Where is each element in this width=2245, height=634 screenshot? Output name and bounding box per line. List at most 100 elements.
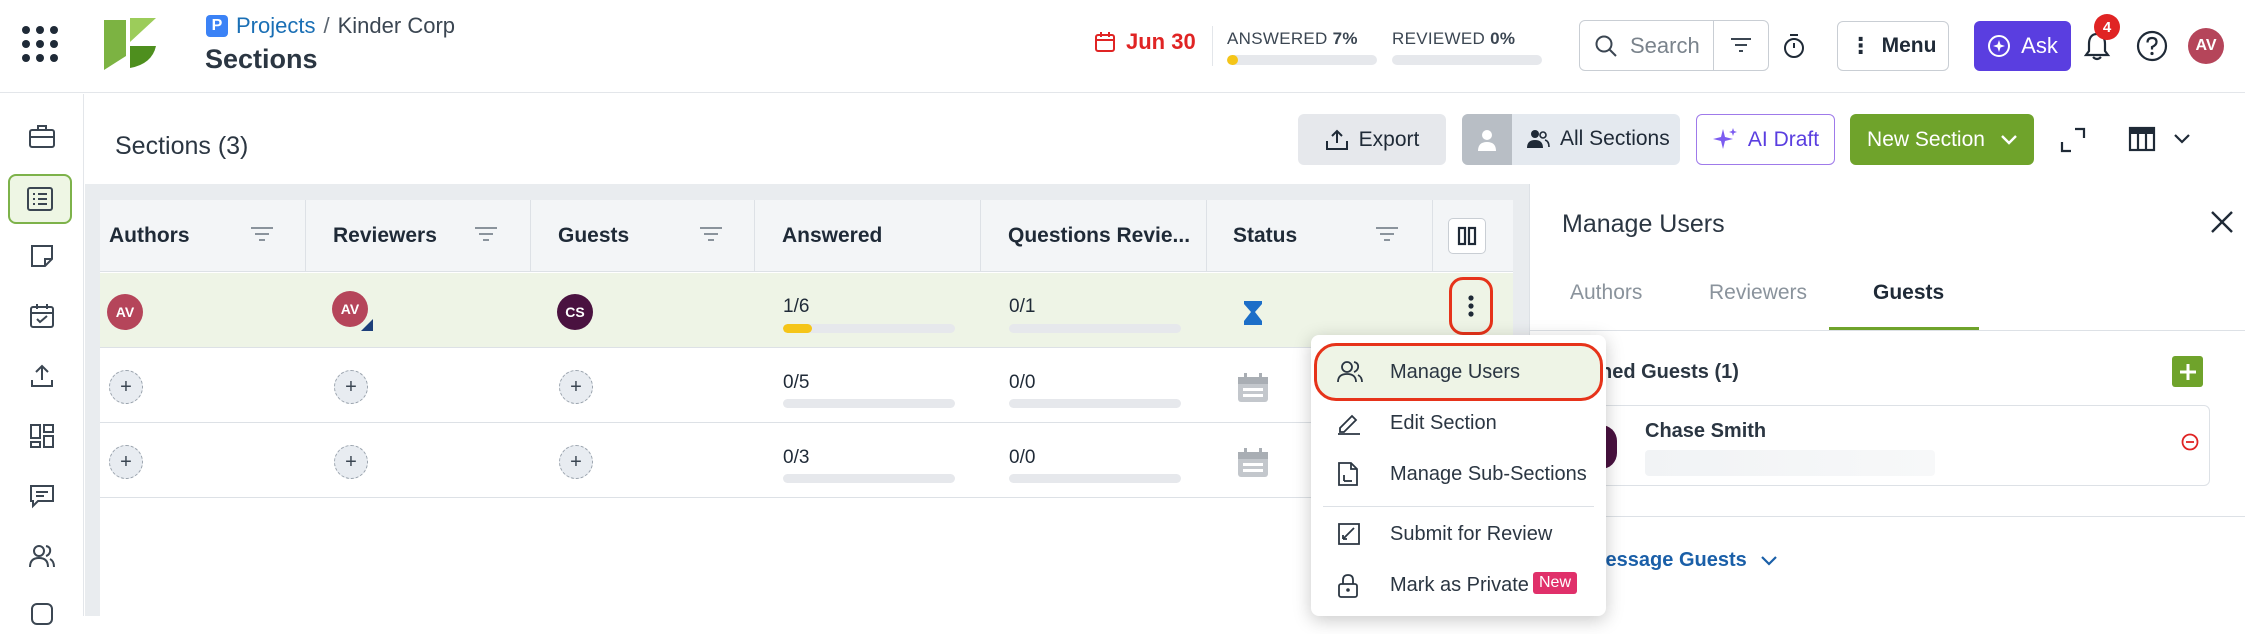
reviewed-pct: 0% bbox=[1490, 29, 1516, 48]
breadcrumb-projects-link[interactable]: Projects bbox=[236, 13, 315, 39]
sidebar-item-sections[interactable] bbox=[8, 174, 72, 224]
search-box[interactable]: Search bbox=[1579, 20, 1769, 71]
table-row[interactable]: + + + 0/5 0/0 bbox=[100, 348, 1513, 423]
timer-icon[interactable] bbox=[1782, 33, 1806, 59]
author-avatar[interactable]: AV bbox=[107, 294, 143, 330]
layout-toggle[interactable] bbox=[2128, 124, 2196, 156]
export-icon bbox=[1325, 129, 1348, 150]
table-row[interactable]: + + + 0/3 0/0 bbox=[100, 423, 1513, 498]
reviewed-bar bbox=[1009, 474, 1181, 483]
menu-item-label: Manage Sub-Sections bbox=[1390, 462, 1587, 485]
header-divider bbox=[1212, 26, 1213, 66]
export-button[interactable]: Export bbox=[1298, 114, 1446, 165]
person-toggle[interactable] bbox=[1462, 114, 1512, 165]
help-icon[interactable] bbox=[2136, 30, 2168, 62]
page-title: Sections bbox=[205, 44, 318, 74]
users-icon bbox=[1527, 130, 1550, 148]
menu-button[interactable]: ⋮ Menu bbox=[1837, 21, 1949, 71]
search-input[interactable]: Search bbox=[1630, 33, 1700, 59]
reviewed-progress: REVIEWED 0% bbox=[1392, 29, 1542, 65]
list-icon bbox=[27, 187, 53, 211]
menu-item-manage-sub-sections[interactable]: Manage Sub-Sections bbox=[1311, 449, 1606, 499]
column-header-authors[interactable]: Authors bbox=[100, 200, 306, 272]
column-label: Questions Revie... bbox=[1008, 224, 1191, 247]
add-reviewer-button[interactable]: + bbox=[334, 445, 368, 479]
sidebar-item-more[interactable] bbox=[22, 594, 62, 634]
panel-divider bbox=[1600, 516, 2245, 517]
message-guests-label: lessage Guests bbox=[1600, 549, 1747, 571]
notifications-button[interactable]: 4 bbox=[2082, 14, 2120, 62]
menu-item-mark-as-private[interactable]: Mark as Private New bbox=[1311, 560, 1606, 610]
sidebar-item-notes[interactable] bbox=[22, 236, 62, 276]
user-avatar[interactable]: AV bbox=[2188, 28, 2224, 64]
column-header-status[interactable]: Status bbox=[1207, 200, 1433, 272]
menu-separator bbox=[1323, 506, 1594, 507]
all-sections-filter[interactable]: All Sections bbox=[1462, 114, 1680, 165]
guest-avatar[interactable]: CS bbox=[557, 294, 593, 330]
menu-item-edit-section[interactable]: Edit Section bbox=[1311, 398, 1606, 448]
more-vertical-icon: ⋮ bbox=[1849, 33, 1872, 58]
close-icon[interactable] bbox=[2210, 210, 2234, 234]
sidebar-item-projects[interactable] bbox=[22, 116, 62, 156]
add-reviewer-button[interactable]: + bbox=[334, 370, 368, 404]
reviewer-corner-marker bbox=[361, 319, 373, 331]
menu-item-submit-for-review[interactable]: Submit for Review bbox=[1311, 509, 1606, 559]
ai-draft-label: AI Draft bbox=[1747, 127, 1820, 151]
breadcrumb: P Projects / Kinder Corp bbox=[206, 12, 455, 40]
dashboard-icon bbox=[30, 424, 54, 448]
filter-icon[interactable] bbox=[474, 224, 498, 244]
sidebar-item-calendar[interactable] bbox=[22, 296, 62, 336]
sparkle-icon bbox=[1712, 127, 1737, 149]
due-date-text: Jun 30 bbox=[1126, 29, 1196, 54]
filter-icon[interactable] bbox=[1730, 35, 1752, 55]
brand-logo[interactable] bbox=[100, 16, 160, 74]
sidebar-item-comments[interactable] bbox=[22, 476, 62, 516]
app-launcher-icon[interactable] bbox=[20, 24, 60, 64]
menu-item-manage-users[interactable]: Manage Users bbox=[1311, 347, 1606, 397]
chevron-down-icon bbox=[2174, 134, 2190, 144]
more-vertical-icon bbox=[1468, 295, 1474, 317]
remove-icon[interactable] bbox=[2181, 433, 2199, 451]
sidebar-item-users[interactable] bbox=[22, 536, 62, 576]
add-author-button[interactable]: + bbox=[109, 370, 143, 404]
add-guest-button[interactable]: + bbox=[559, 445, 593, 479]
filter-icon[interactable] bbox=[1375, 224, 1399, 244]
column-settings-button[interactable] bbox=[1448, 218, 1486, 254]
column-label: Authors bbox=[109, 224, 190, 247]
column-header-questions-reviewed[interactable]: Questions Revie... bbox=[981, 200, 1207, 272]
guest-name: Chase Smith bbox=[1645, 420, 1767, 442]
ai-draft-button[interactable]: AI Draft bbox=[1696, 114, 1835, 165]
ask-button[interactable]: Ask bbox=[1974, 21, 2071, 71]
due-date[interactable]: Jun 30 bbox=[1094, 29, 1196, 55]
answered-count: 0/3 bbox=[783, 447, 810, 468]
column-header-reviewers[interactable]: Reviewers bbox=[306, 200, 531, 272]
notification-badge: 4 bbox=[2094, 14, 2120, 40]
chat-icon bbox=[30, 485, 54, 509]
table-row[interactable]: AV AV CS 1/6 0/1 bbox=[100, 273, 1513, 348]
sidebar bbox=[0, 94, 84, 625]
answered-progress-fill bbox=[1227, 55, 1238, 65]
filter-icon[interactable] bbox=[699, 224, 723, 244]
column-header-answered[interactable]: Answered bbox=[755, 200, 981, 272]
column-label: Guests bbox=[558, 224, 630, 247]
add-guest-button[interactable]: + bbox=[559, 370, 593, 404]
tab-authors[interactable]: Authors bbox=[1570, 281, 1642, 305]
add-guest-button[interactable] bbox=[2172, 356, 2203, 387]
tab-reviewers[interactable]: Reviewers bbox=[1709, 281, 1807, 305]
answered-pct: 7% bbox=[1332, 29, 1358, 48]
add-author-button[interactable]: + bbox=[109, 445, 143, 479]
message-guests-toggle[interactable]: lessage Guests bbox=[1600, 549, 1777, 572]
columns-icon bbox=[1457, 226, 1477, 246]
column-header-guests[interactable]: Guests bbox=[531, 200, 755, 272]
filter-icon[interactable] bbox=[250, 224, 274, 244]
sidebar-item-dashboard[interactable] bbox=[22, 416, 62, 456]
row-actions-button[interactable] bbox=[1456, 285, 1486, 327]
sidebar-item-upload[interactable] bbox=[22, 356, 62, 396]
new-section-button[interactable]: New Section bbox=[1850, 114, 2034, 165]
expand-icon[interactable] bbox=[2060, 127, 2086, 153]
tab-guests[interactable]: Guests bbox=[1873, 281, 1944, 305]
all-sections-label: All Sections bbox=[1560, 127, 1670, 150]
sparkle-icon bbox=[1988, 35, 2011, 57]
active-tab-indicator bbox=[1829, 327, 1979, 330]
submit-icon bbox=[1338, 523, 1360, 545]
